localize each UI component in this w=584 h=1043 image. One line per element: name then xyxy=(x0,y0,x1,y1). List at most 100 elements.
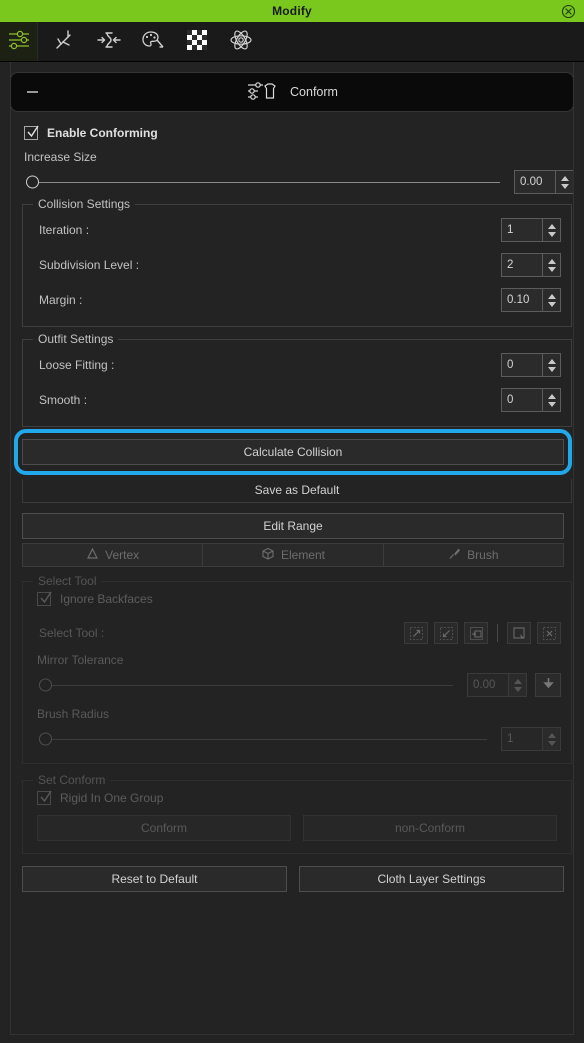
ignore-backfaces-checkbox[interactable] xyxy=(37,591,52,606)
cloth-layer-settings-button[interactable]: Cloth Layer Settings xyxy=(299,866,564,892)
margin-spinner[interactable]: 0.10 xyxy=(501,288,561,312)
mirror-tolerance-value[interactable]: 0.00 xyxy=(467,673,509,697)
increase-size-label: Increase Size xyxy=(24,150,97,164)
iteration-spinner[interactable]: 1 xyxy=(501,218,561,242)
pose-figure-icon xyxy=(53,28,77,55)
palette-icon xyxy=(140,28,166,55)
tab-brush[interactable]: Brush xyxy=(382,543,564,567)
triangle-vertex-icon xyxy=(86,547,99,563)
enable-conforming-row[interactable]: Enable Conforming xyxy=(24,125,574,140)
toolbar-button-scale[interactable] xyxy=(94,27,124,57)
toolbar-button-physics[interactable] xyxy=(226,27,256,57)
increase-size-value[interactable]: 0.00 xyxy=(514,170,556,194)
margin-row: Margin : 0.10 xyxy=(33,285,561,315)
conform-section-header[interactable]: Conform xyxy=(10,72,574,112)
toolbar-button-texture[interactable] xyxy=(182,27,212,57)
rigid-in-one-group-checkbox[interactable] xyxy=(37,790,52,805)
window-title: Modify xyxy=(272,4,312,18)
spinner-arrows[interactable] xyxy=(543,727,561,751)
smooth-spinner[interactable]: 0 xyxy=(501,388,561,412)
rigid-in-one-group-label: Rigid In One Group xyxy=(60,791,164,805)
modify-panel: Conform Enable Conforming Increase Size … xyxy=(0,62,584,1043)
slider-knob[interactable] xyxy=(39,732,52,746)
scale-inward-icon xyxy=(96,28,122,55)
mirror-tolerance-slider[interactable] xyxy=(39,677,457,693)
close-icon[interactable] xyxy=(560,3,576,19)
select-expand-icon[interactable] xyxy=(404,622,428,644)
subdivision-level-spinner[interactable]: 2 xyxy=(501,253,561,277)
increase-size-slider[interactable] xyxy=(26,174,504,190)
conform-header-label: Conform xyxy=(290,85,338,99)
tab-vertex-label: Vertex xyxy=(105,548,140,562)
select-clear-icon[interactable] xyxy=(537,622,561,644)
reset-to-default-button[interactable]: Reset to Default xyxy=(22,866,287,892)
edit-range-label: Edit Range xyxy=(263,519,323,533)
mirror-tolerance-spinner[interactable]: 0.00 xyxy=(467,673,527,697)
tab-element[interactable]: Element xyxy=(202,543,383,567)
select-tool-label: Select Tool : xyxy=(39,626,105,640)
collision-settings-group: Collision Settings Iteration : 1 Subdivi… xyxy=(22,197,572,327)
select-tool-legend: Select Tool xyxy=(33,574,102,588)
spinner-arrows[interactable] xyxy=(543,218,561,242)
slider-track xyxy=(47,685,453,686)
increase-size-spinner[interactable]: 0.00 xyxy=(514,170,574,194)
toolbar-tab-modify[interactable] xyxy=(0,22,38,61)
select-invert-icon[interactable] xyxy=(464,622,488,644)
atom-physics-icon xyxy=(228,28,254,55)
brush-radius-value[interactable]: 1 xyxy=(501,727,543,751)
mirror-tolerance-label: Mirror Tolerance xyxy=(37,653,124,667)
calculate-collision-label: Calculate Collision xyxy=(243,445,343,459)
window-title-bar: Modify xyxy=(0,0,584,22)
iteration-value[interactable]: 1 xyxy=(501,218,543,242)
margin-value[interactable]: 0.10 xyxy=(501,288,543,312)
brush-radius-spinner[interactable]: 1 xyxy=(501,727,561,751)
non-conform-button[interactable]: non-Conform xyxy=(303,815,557,841)
collision-settings-legend: Collision Settings xyxy=(33,197,136,211)
select-tool-row: Select Tool : xyxy=(33,618,561,648)
spinner-arrows[interactable] xyxy=(543,288,561,312)
toolbar-button-pose[interactable] xyxy=(50,27,80,57)
smooth-value[interactable]: 0 xyxy=(501,388,543,412)
slider-knob[interactable] xyxy=(26,175,39,189)
edit-range-button[interactable]: Edit Range xyxy=(22,513,564,539)
ignore-backfaces-row[interactable]: Ignore Backfaces xyxy=(37,591,561,606)
minus-icon[interactable] xyxy=(27,91,38,93)
enable-conforming-checkbox[interactable] xyxy=(24,125,39,140)
subdivision-level-row: Subdivision Level : 2 xyxy=(33,250,561,280)
select-tool-group: Select Tool Ignore Backfaces Select Tool… xyxy=(22,574,572,764)
loose-fitting-spinner[interactable]: 0 xyxy=(501,353,561,377)
main-toolbar xyxy=(0,22,584,62)
spinner-arrows[interactable] xyxy=(556,170,574,194)
calculate-collision-button[interactable]: Calculate Collision xyxy=(22,439,564,465)
spinner-arrows[interactable] xyxy=(543,253,561,277)
cloth-layer-settings-label: Cloth Layer Settings xyxy=(377,872,486,886)
tab-element-label: Element xyxy=(280,548,325,562)
brush-icon xyxy=(448,547,461,563)
slider-knob[interactable] xyxy=(39,678,52,692)
save-as-default-button[interactable]: Save as Default xyxy=(22,479,572,503)
slider-track xyxy=(47,739,487,740)
spinner-arrows[interactable] xyxy=(509,673,527,697)
outfit-settings-group: Outfit Settings Loose Fitting : 0 Smooth… xyxy=(22,332,572,427)
select-shrink-icon[interactable] xyxy=(434,622,458,644)
mirror-apply-button[interactable] xyxy=(535,673,561,697)
arrow-down-icon xyxy=(542,676,555,694)
rigid-in-one-group-row[interactable]: Rigid In One Group xyxy=(37,790,561,805)
reset-to-default-label: Reset to Default xyxy=(111,872,198,886)
iteration-row: Iteration : 1 xyxy=(33,215,561,245)
brush-radius-label: Brush Radius xyxy=(37,707,110,721)
conform-button[interactable]: Conform xyxy=(37,815,291,841)
loose-fitting-value[interactable]: 0 xyxy=(501,353,543,377)
footer-buttons: Reset to Default Cloth Layer Settings xyxy=(22,866,564,892)
spinner-arrows[interactable] xyxy=(543,388,561,412)
tab-vertex[interactable]: Vertex xyxy=(22,543,203,567)
subdivision-level-value[interactable]: 2 xyxy=(501,253,543,277)
set-conform-legend: Set Conform xyxy=(33,773,111,787)
select-rect-icon[interactable] xyxy=(507,622,531,644)
spinner-arrows[interactable] xyxy=(543,353,561,377)
tab-brush-label: Brush xyxy=(467,548,499,562)
conform-button-label: Conform xyxy=(140,821,187,835)
toolbar-button-material[interactable] xyxy=(138,27,168,57)
brush-radius-slider[interactable] xyxy=(39,731,491,747)
loose-fitting-row: Loose Fitting : 0 xyxy=(33,350,561,380)
